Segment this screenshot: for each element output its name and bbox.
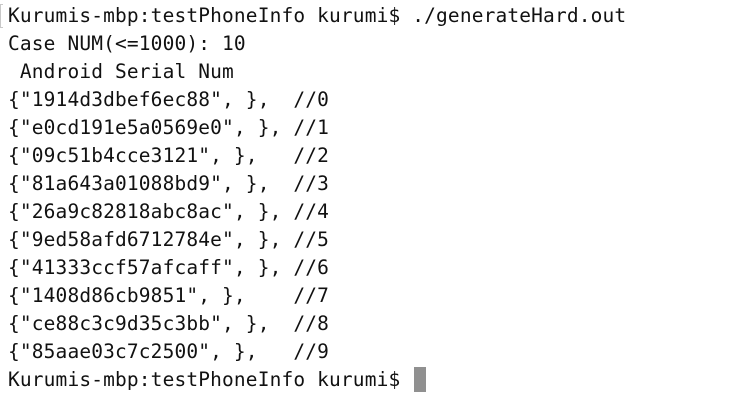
serial-row: {"41333ccf57afcaff", }, //6 [8, 256, 330, 279]
serial-row: {"9ed58afd6712784e", }, //5 [8, 228, 330, 251]
serial-row: {"e0cd191e5a0569e0", }, //1 [8, 116, 330, 139]
serial-row: {"1914d3dbef6ec88", }, //0 [8, 88, 330, 111]
prompt-command-line: Kurumis-mbp:testPhoneInfo kurumi$ ./gene… [8, 4, 627, 27]
serial-row: {"09c51b4cce3121", }, //2 [8, 144, 330, 167]
serial-row: {"81a643a01088bd9", }, //3 [8, 172, 330, 195]
serial-row: {"ce88c3c9d35c3bb", }, //8 [8, 312, 330, 335]
line-marker [0, 4, 3, 28]
terminal-window[interactable]: Kurumis-mbp:testPhoneInfo kurumi$ ./gene… [0, 0, 756, 402]
output-header: Android Serial Num [8, 60, 234, 83]
final-prompt-line[interactable]: Kurumis-mbp:testPhoneInfo kurumi$ [8, 366, 756, 394]
text-cursor [414, 367, 427, 392]
serial-row: {"26a9c82818abc8ac", }, //4 [8, 200, 330, 223]
case-num-line: Case NUM(<=1000): 10 [8, 32, 246, 55]
final-prompt: Kurumis-mbp:testPhoneInfo kurumi$ [8, 368, 413, 391]
serial-row: {"85aae03c7c2500", }, //9 [8, 340, 330, 363]
serial-row: {"1408d86cb9851", }, //7 [8, 284, 330, 307]
